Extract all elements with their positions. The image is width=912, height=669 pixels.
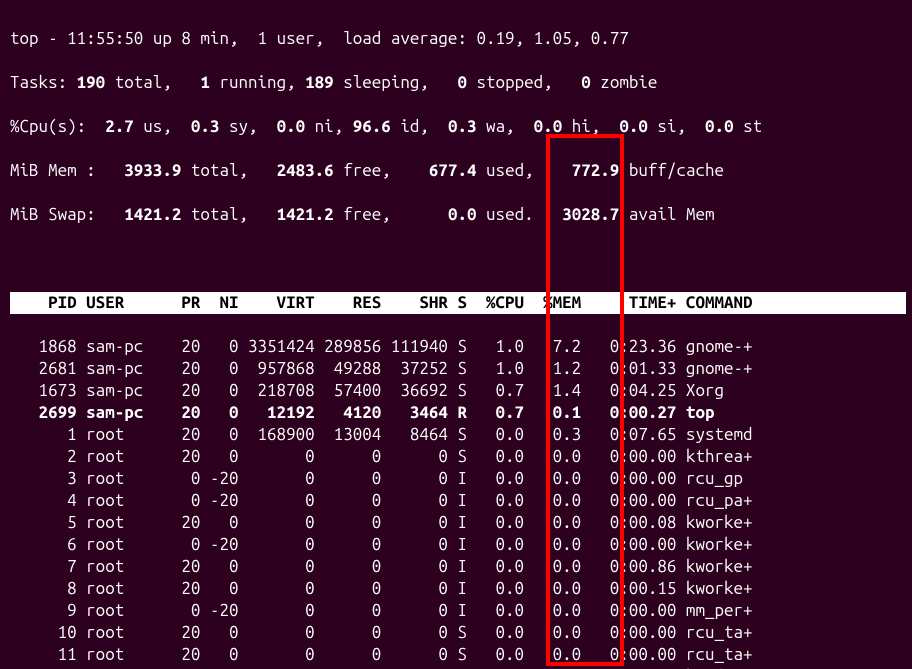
terminal-screen[interactable]: top - 11:55:50 up 8 min, 1 user, load av… bbox=[0, 0, 912, 669]
summary-line-3: %Cpu(s): 2.7 us, 0.3 sy, 0.0 ni, 96.6 id… bbox=[10, 116, 906, 138]
process-row[interactable]: 2699 sam-pc 20 0 12192 4120 3464 R 0.7 0… bbox=[10, 402, 906, 424]
blank-line bbox=[10, 248, 906, 270]
process-row[interactable]: 4 root 0 -20 0 0 0 I 0.0 0.0 0:00.00 rcu… bbox=[10, 490, 906, 512]
process-row[interactable]: 8 root 20 0 0 0 0 I 0.0 0.0 0:00.15 kwor… bbox=[10, 578, 906, 600]
process-row[interactable]: 1673 sam-pc 20 0 218708 57400 36692 S 0.… bbox=[10, 380, 906, 402]
summary-line-5: MiB Swap: 1421.2 total, 1421.2 free, 0.0… bbox=[10, 204, 906, 226]
process-row[interactable]: 2 root 20 0 0 0 0 S 0.0 0.0 0:00.00 kthr… bbox=[10, 446, 906, 468]
process-row[interactable]: 1868 sam-pc 20 0 3351424 289856 111940 S… bbox=[10, 336, 906, 358]
process-row[interactable]: 10 root 20 0 0 0 0 S 0.0 0.0 0:00.00 rcu… bbox=[10, 622, 906, 644]
process-row[interactable]: 5 root 20 0 0 0 0 I 0.0 0.0 0:00.08 kwor… bbox=[10, 512, 906, 534]
process-row[interactable]: 2681 sam-pc 20 0 957868 49288 37252 S 1.… bbox=[10, 358, 906, 380]
process-row[interactable]: 11 root 20 0 0 0 0 S 0.0 0.0 0:00.00 rcu… bbox=[10, 644, 906, 666]
process-row[interactable]: 7 root 20 0 0 0 0 I 0.0 0.0 0:00.86 kwor… bbox=[10, 556, 906, 578]
process-row[interactable]: 6 root 0 -20 0 0 0 I 0.0 0.0 0:00.00 kwo… bbox=[10, 534, 906, 556]
process-row[interactable]: 1 root 20 0 168900 13004 8464 S 0.0 0.3 … bbox=[10, 424, 906, 446]
summary-line-1: top - 11:55:50 up 8 min, 1 user, load av… bbox=[10, 28, 906, 50]
summary-line-2: Tasks: 190 total, 1 running, 189 sleepin… bbox=[10, 72, 906, 94]
column-headers[interactable]: PID USER PR NI VIRT RES SHR S %CPU %MEM … bbox=[10, 292, 906, 314]
process-row[interactable]: 3 root 0 -20 0 0 0 I 0.0 0.0 0:00.00 rcu… bbox=[10, 468, 906, 490]
summary-line-4: MiB Mem : 3933.9 total, 2483.6 free, 677… bbox=[10, 160, 906, 182]
process-row[interactable]: 9 root 0 -20 0 0 0 I 0.0 0.0 0:00.00 mm_… bbox=[10, 600, 906, 622]
process-list: 1868 sam-pc 20 0 3351424 289856 111940 S… bbox=[10, 336, 906, 669]
